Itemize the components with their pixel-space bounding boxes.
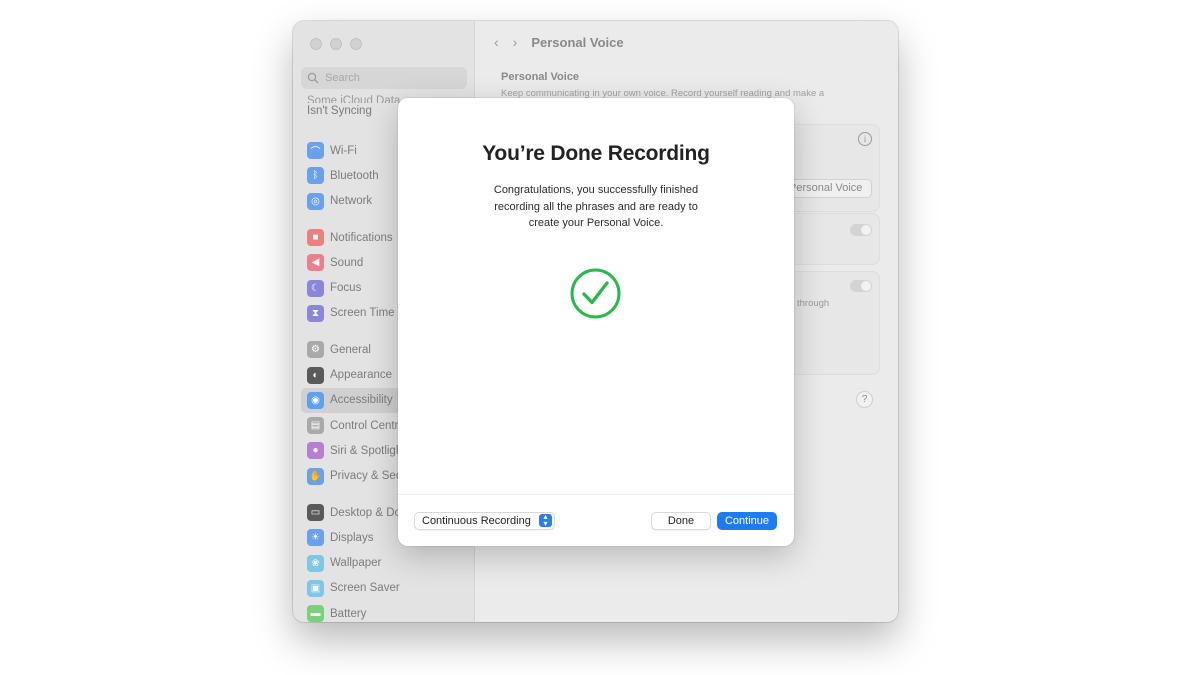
- sidebar-item-label: Sound: [330, 256, 364, 269]
- search-field[interactable]: Search: [301, 67, 467, 89]
- icloud-sync-warning[interactable]: Some iCloud Data Isn't Syncing: [307, 93, 400, 119]
- sidebar-item-label: Displays: [330, 531, 374, 544]
- bluetooth-icon: ᛒ: [307, 167, 324, 185]
- minimize-window-button[interactable]: [330, 38, 342, 50]
- navigation-bar: ‹ › Personal Voice: [494, 34, 624, 50]
- dock-icon: ▭: [307, 504, 324, 521]
- sidebar-item-label: Appearance: [330, 369, 393, 382]
- recording-complete-dialog: You’re Done Recording Congratulations, y…: [398, 98, 794, 546]
- icloud-warning-line2: Isn't Syncing: [307, 105, 372, 117]
- option-toggle-1[interactable]: [850, 224, 872, 236]
- appearance-icon: ◐: [307, 366, 324, 384]
- section-title: Personal Voice: [501, 71, 580, 83]
- globe-icon: ◎: [307, 192, 324, 210]
- moon-icon: ☾: [307, 279, 324, 297]
- page-title: Personal Voice: [531, 34, 624, 50]
- sidebar-item-label: Focus: [330, 282, 362, 295]
- sidebar-item-label: Screen Saver: [330, 582, 400, 595]
- dialog-footer: Continuous Recording ▴ ▾ Done Continue: [398, 494, 794, 546]
- sidebar-item-label: Battery: [330, 607, 367, 620]
- sidebar-item-label: Wallpaper: [330, 557, 382, 570]
- option-description-fragment: through: [797, 298, 830, 309]
- done-button[interactable]: Done: [651, 512, 711, 530]
- sidebar-item-label: Siri & Spotlight: [330, 444, 406, 457]
- wallpaper-icon: ❀: [307, 554, 324, 572]
- sidebar-item-screen-saver[interactable]: ▣ Screen Saver: [301, 576, 473, 601]
- help-button[interactable]: ?: [856, 391, 873, 408]
- checkmark-circle-icon: [570, 268, 621, 319]
- battery-icon: ▬: [307, 605, 324, 622]
- sidebar-item-label: Network: [330, 195, 373, 208]
- sidebar-item-label: Control Centre: [330, 419, 405, 432]
- sidebar-item-label: Screen Time: [330, 307, 395, 320]
- accessibility-icon: ◉: [307, 391, 324, 409]
- sidebar-item-label: Accessibility: [330, 394, 393, 407]
- info-icon[interactable]: i: [858, 132, 872, 146]
- search-icon: [307, 72, 319, 84]
- dialog-description: Congratulations, you successfully finish…: [493, 184, 699, 229]
- sidebar-item-label: Bluetooth: [330, 169, 379, 182]
- sidebar-item-label: Wi-Fi: [330, 144, 357, 157]
- sidebar-item-label: Notifications: [330, 231, 393, 244]
- forward-chevron-icon[interactable]: ›: [513, 34, 518, 50]
- icloud-warning-line1: Some iCloud Data: [307, 95, 401, 103]
- sidebar-item-wallpaper[interactable]: ❀ Wallpaper: [301, 550, 473, 575]
- updown-chevron-icon: ▴ ▾: [539, 513, 552, 527]
- zoom-window-button[interactable]: [350, 38, 362, 50]
- create-personal-voice-button[interactable]: Personal Voice: [786, 179, 872, 198]
- recording-mode-value: Continuous Recording: [422, 515, 531, 527]
- back-chevron-icon[interactable]: ‹: [494, 34, 499, 50]
- sidebar-item-label: General: [330, 343, 371, 356]
- search-placeholder: Search: [325, 72, 360, 84]
- gear-icon: ⚙: [307, 341, 324, 359]
- sidebar-item-battery[interactable]: ▬ Battery: [301, 601, 473, 622]
- siri-icon: ●: [307, 442, 324, 460]
- sun-icon: ☀: [307, 529, 324, 547]
- window-controls: [310, 38, 362, 50]
- control-centre-icon: ▤: [307, 417, 324, 435]
- option-toggle-2[interactable]: [850, 280, 872, 292]
- bell-icon: ■: [307, 229, 324, 247]
- hourglass-icon: ⧗: [307, 304, 324, 322]
- close-window-button[interactable]: [310, 38, 322, 50]
- recording-mode-select[interactable]: Continuous Recording ▴ ▾: [414, 512, 555, 530]
- continue-button[interactable]: Continue: [717, 512, 777, 530]
- hand-icon: ✋: [307, 467, 324, 485]
- wifi-icon: ⌒: [307, 142, 324, 160]
- screensaver-icon: ▣: [307, 579, 324, 597]
- dialog-title: You’re Done Recording: [482, 142, 710, 165]
- speaker-icon: ◀: [307, 254, 324, 272]
